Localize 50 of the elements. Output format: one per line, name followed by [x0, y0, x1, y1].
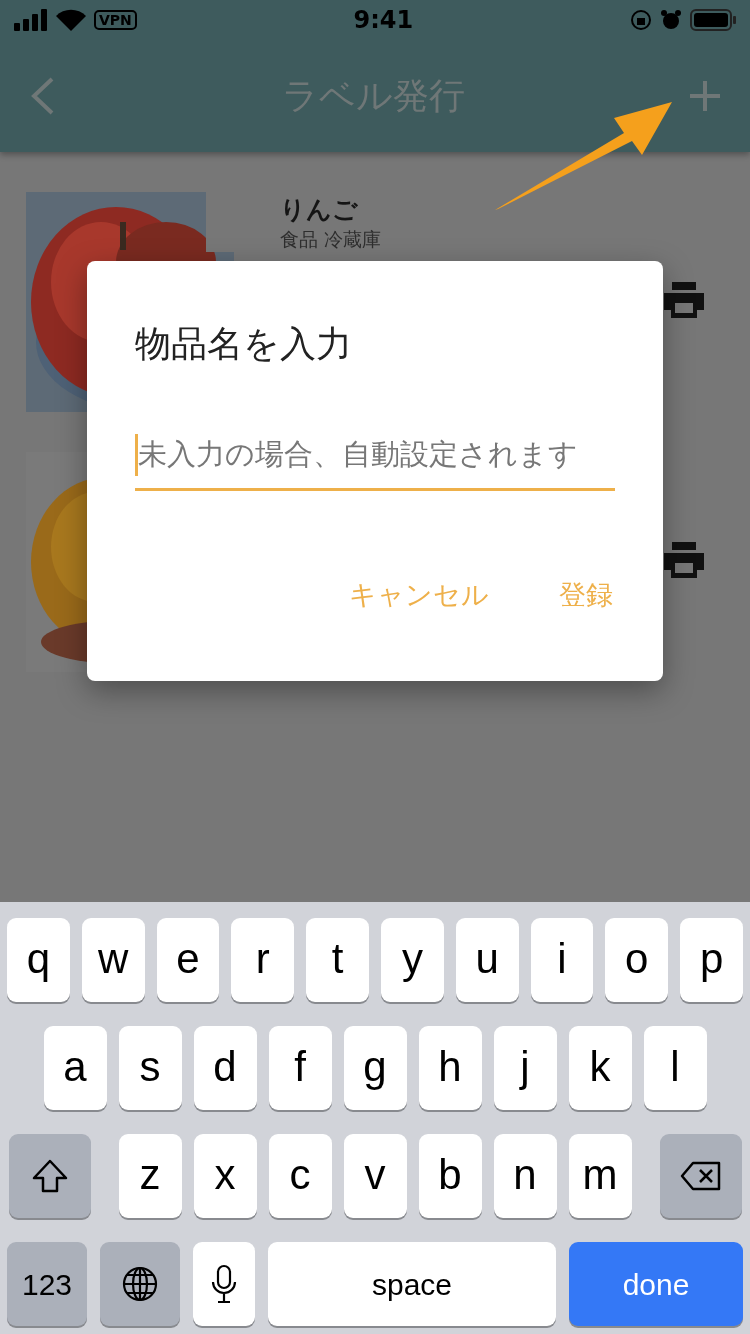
signal-icon	[14, 9, 48, 31]
done-key[interactable]: done	[569, 1242, 743, 1326]
item-name: りんご	[280, 194, 359, 226]
keyboard-key[interactable]: j	[493, 1026, 557, 1110]
keyboard-key[interactable]: d	[193, 1026, 257, 1110]
name-field[interactable]: 未入力の場合、自動設定されます	[135, 421, 615, 491]
keyboard-key[interactable]: a	[43, 1026, 107, 1110]
keyboard-key[interactable]: n	[493, 1134, 557, 1218]
keyboard-key[interactable]: f	[268, 1026, 332, 1110]
microphone-icon	[210, 1264, 238, 1304]
rotation-lock-icon	[630, 9, 652, 31]
keyboard-key[interactable]: o	[605, 918, 669, 1002]
keyboard-key[interactable]: i	[530, 918, 594, 1002]
shift-icon	[30, 1159, 69, 1193]
keyboard-key[interactable]: s	[118, 1026, 182, 1110]
keyboard-key[interactable]: e	[156, 918, 220, 1002]
battery-icon	[690, 9, 736, 31]
printer-icon[interactable]	[664, 282, 704, 318]
keyboard-key[interactable]: y	[381, 918, 444, 1002]
delete-key[interactable]	[659, 1134, 742, 1218]
numbers-key[interactable]: 123	[7, 1242, 87, 1326]
keyboard-key[interactable]: c	[268, 1134, 332, 1218]
keyboard-key[interactable]: g	[343, 1026, 407, 1110]
item-category: 食品 冷蔵庫	[280, 228, 383, 250]
keyboard-key[interactable]: r	[231, 918, 295, 1002]
vpn-badge: VPN	[94, 10, 137, 30]
globe-icon	[121, 1265, 159, 1303]
shift-key[interactable]	[8, 1134, 91, 1218]
keyboard-key[interactable]: h	[418, 1026, 482, 1110]
globe-key[interactable]	[100, 1242, 180, 1326]
text-cursor	[135, 433, 138, 476]
keyboard-key[interactable]: z	[118, 1134, 182, 1218]
dialog-title: 物品名を入力	[135, 322, 353, 366]
backspace-icon	[679, 1161, 722, 1191]
keyboard-key[interactable]: m	[568, 1134, 632, 1218]
keyboard-key[interactable]: b	[418, 1134, 482, 1218]
keyboard-key[interactable]: t	[306, 918, 369, 1002]
status-time: 9:41	[353, 5, 414, 36]
keyboard-key[interactable]: v	[343, 1134, 407, 1218]
keyboard-key[interactable]: l	[643, 1026, 707, 1110]
keyboard-key[interactable]: w	[81, 918, 145, 1002]
space-key[interactable]: space	[268, 1242, 556, 1326]
printer-icon[interactable]	[664, 542, 704, 578]
keyboard-key[interactable]: q	[7, 918, 70, 1002]
keyboard-key[interactable]: x	[193, 1134, 257, 1218]
keyboard-key[interactable]: p	[680, 918, 743, 1002]
keyboard-key[interactable]: u	[455, 918, 519, 1002]
microphone-key[interactable]	[193, 1242, 255, 1326]
keyboard-key[interactable]: k	[568, 1026, 632, 1110]
wifi-icon	[56, 9, 86, 31]
